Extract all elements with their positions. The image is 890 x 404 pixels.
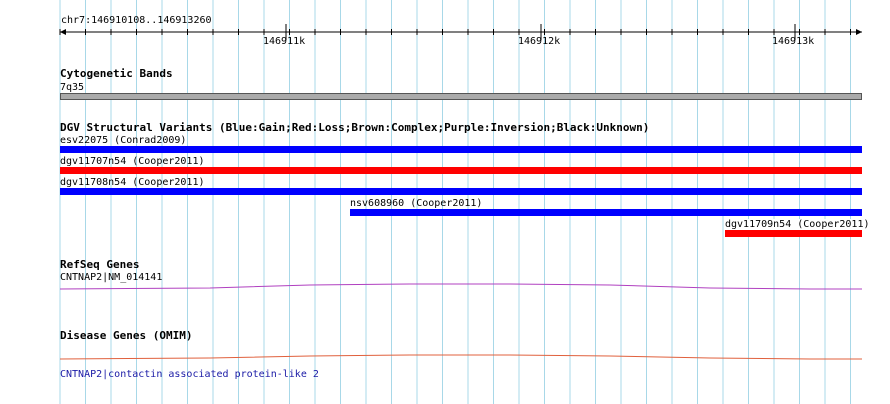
gene-glyphs (59, 283, 862, 360)
omim-gene-line (59, 354, 862, 360)
refseq-gene-line (59, 283, 862, 290)
